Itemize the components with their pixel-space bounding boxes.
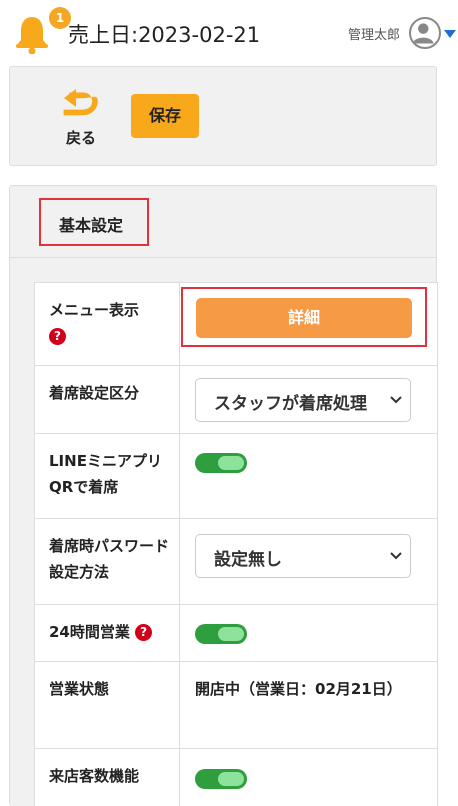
bell-icon[interactable] [14,14,50,54]
toggle-knob [218,627,244,641]
row-value-cell: 詳細 [181,283,438,365]
toggle-knob [218,772,244,786]
basic-settings-card: 基本設定 メニュー表示 ? 詳細 着席設定区分 スタッフが着席処理 LINEミニ… [9,185,438,806]
caret-down-icon[interactable] [444,29,456,39]
row-value-cell: 設定無し [181,519,438,604]
seating-type-select[interactable]: スタッフが着席処理 [195,378,411,422]
settings-table: メニュー表示 ? 詳細 着席設定区分 スタッフが着席処理 LINEミニアプリQR… [34,282,438,806]
row-label-cell: メニュー表示 ? [34,283,180,365]
row-label: 着席時パスワード設定方法 [49,537,170,581]
row-label-cell: LINEミニアプリQRで着席 [34,434,180,518]
save-button[interactable]: 保存 [131,94,199,138]
user-name[interactable]: 管理太郎 [348,24,400,43]
section-header: 基本設定 [10,186,436,258]
row-value-cell [181,749,438,806]
row-label: 着席設定区分 [49,384,140,402]
select-value: 設定無し [214,550,282,570]
business-status-value: 開店中（営業日：02月21日） [195,680,402,698]
question-mark-icon[interactable]: ? [135,624,153,641]
table-row-business-status: 営業状態 開店中（営業日：02月21日） [34,662,438,749]
seat-password-select[interactable]: 設定無し [195,534,411,578]
table-row-menu-display: メニュー表示 ? 詳細 [34,283,438,366]
row-label-cell: 着席時パスワード設定方法 [34,519,180,604]
row-label-text: メニュー表示 [49,301,140,319]
section-title: 基本設定 [59,216,124,235]
row-label-cell: 来店客数機能 [34,749,180,806]
section-title-highlight: 基本設定 [39,198,149,246]
table-row-24h: 24時間営業 ? [34,605,438,662]
row-label-cell: 営業状態 [34,662,180,748]
user-avatar-icon[interactable] [409,17,441,49]
page-title: 売上日:2023-02-21 [68,23,261,47]
line-qr-toggle[interactable] [195,453,247,473]
row-label: メニュー表示 ? [49,297,177,349]
back-button[interactable]: 戻る [58,85,104,151]
row-label: 24時間営業 ? [49,619,177,645]
row-label-cell: 24時間営業 ? [34,605,180,661]
toggle-knob [218,456,244,470]
table-row-line-qr: LINEミニアプリQRで着席 [34,434,438,519]
row-value-cell: 開店中（営業日：02月21日） [181,662,438,748]
row-label: LINEミニアプリQRで着席 [49,452,162,496]
table-row-seating-type: 着席設定区分 スタッフが着席処理 [34,366,438,434]
row-label: 来店客数機能 [49,767,140,785]
back-label: 戻る [65,129,96,147]
row-value-cell [181,434,438,518]
table-row-seat-password: 着席時パスワード設定方法 設定無し [34,519,438,605]
return-arrow-icon [63,89,98,116]
header-bar: 1 売上日:2023-02-21 管理太郎 [0,0,458,66]
row-value-cell: スタッフが着席処理 [181,366,438,433]
chevron-down-icon [390,396,402,404]
chevron-down-icon [390,552,402,560]
question-mark-icon[interactable]: ? [49,328,66,345]
24h-toggle[interactable] [195,624,247,644]
toolbar-card: 戻る 保存 [9,66,437,166]
select-value: スタッフが着席処理 [214,394,367,414]
detail-highlight: 詳細 [181,287,427,347]
visitor-count-toggle[interactable] [195,769,247,789]
row-value-cell [181,605,438,661]
detail-button[interactable]: 詳細 [196,298,412,338]
table-row-visitor-count: 来店客数機能 [34,749,438,806]
row-label-text: 24時間営業 [49,623,130,641]
row-label-cell: 着席設定区分 [34,366,180,433]
row-label: 営業状態 [49,680,110,698]
